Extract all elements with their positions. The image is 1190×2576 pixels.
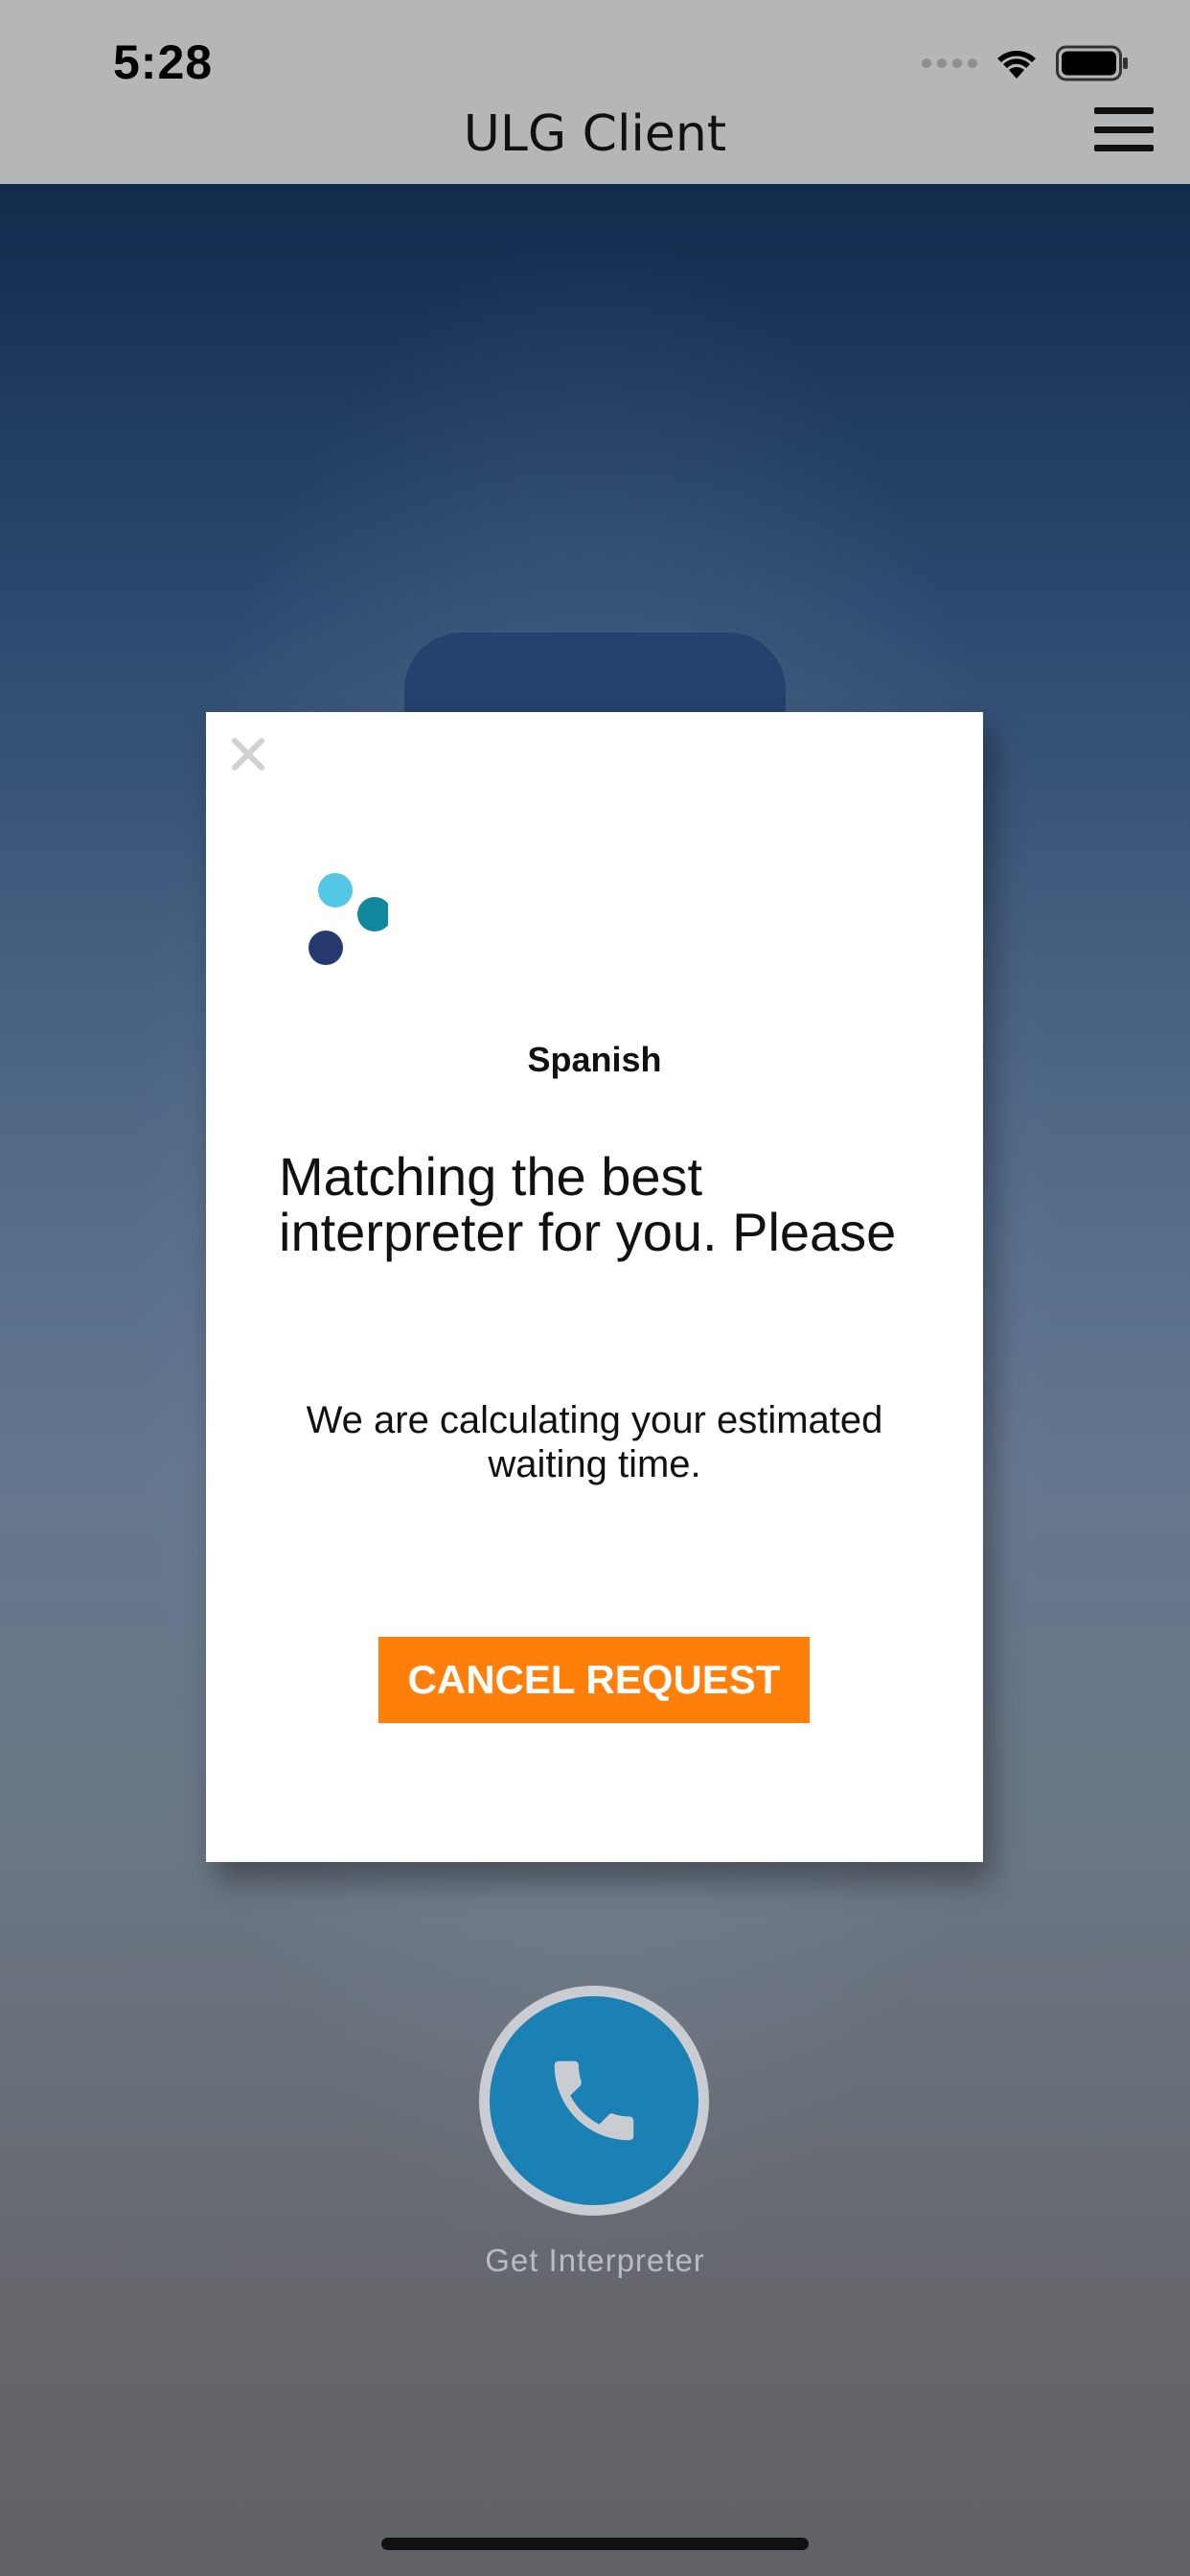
status-time: 5:28: [113, 35, 214, 89]
get-interpreter-button[interactable]: [479, 1986, 709, 2216]
call-button-inner: [490, 1996, 698, 2205]
home-indicator: [381, 2538, 809, 2550]
top-bar: 5:28 ULG Client: [0, 0, 1190, 184]
cellular-signal-icon: [922, 58, 977, 68]
app-screen: 5:28 ULG Client Get Interpreter Spanish …: [0, 0, 1190, 2576]
wifi-icon: [997, 51, 1036, 79]
status-icons: [922, 42, 1129, 84]
close-icon[interactable]: [229, 735, 267, 773]
battery-icon: [1056, 45, 1128, 81]
loading-spinner-icon: [309, 873, 388, 965]
phone-icon: [554, 2060, 634, 2141]
cancel-request-button[interactable]: CANCEL REQUEST: [378, 1637, 810, 1723]
get-interpreter-label: Get Interpreter: [485, 2242, 705, 2278]
selected-language: Spanish: [527, 1040, 662, 1079]
waiting-time-text: We are calculating your estimated waitin…: [306, 1399, 883, 1485]
matching-dialog: Spanish Matching the best interpreter fo…: [206, 712, 983, 1862]
page-title: ULG Client: [463, 105, 727, 163]
hamburger-menu-icon[interactable]: [1094, 107, 1154, 151]
matching-message: Matching the best interpreter for you. P…: [279, 1146, 897, 1262]
